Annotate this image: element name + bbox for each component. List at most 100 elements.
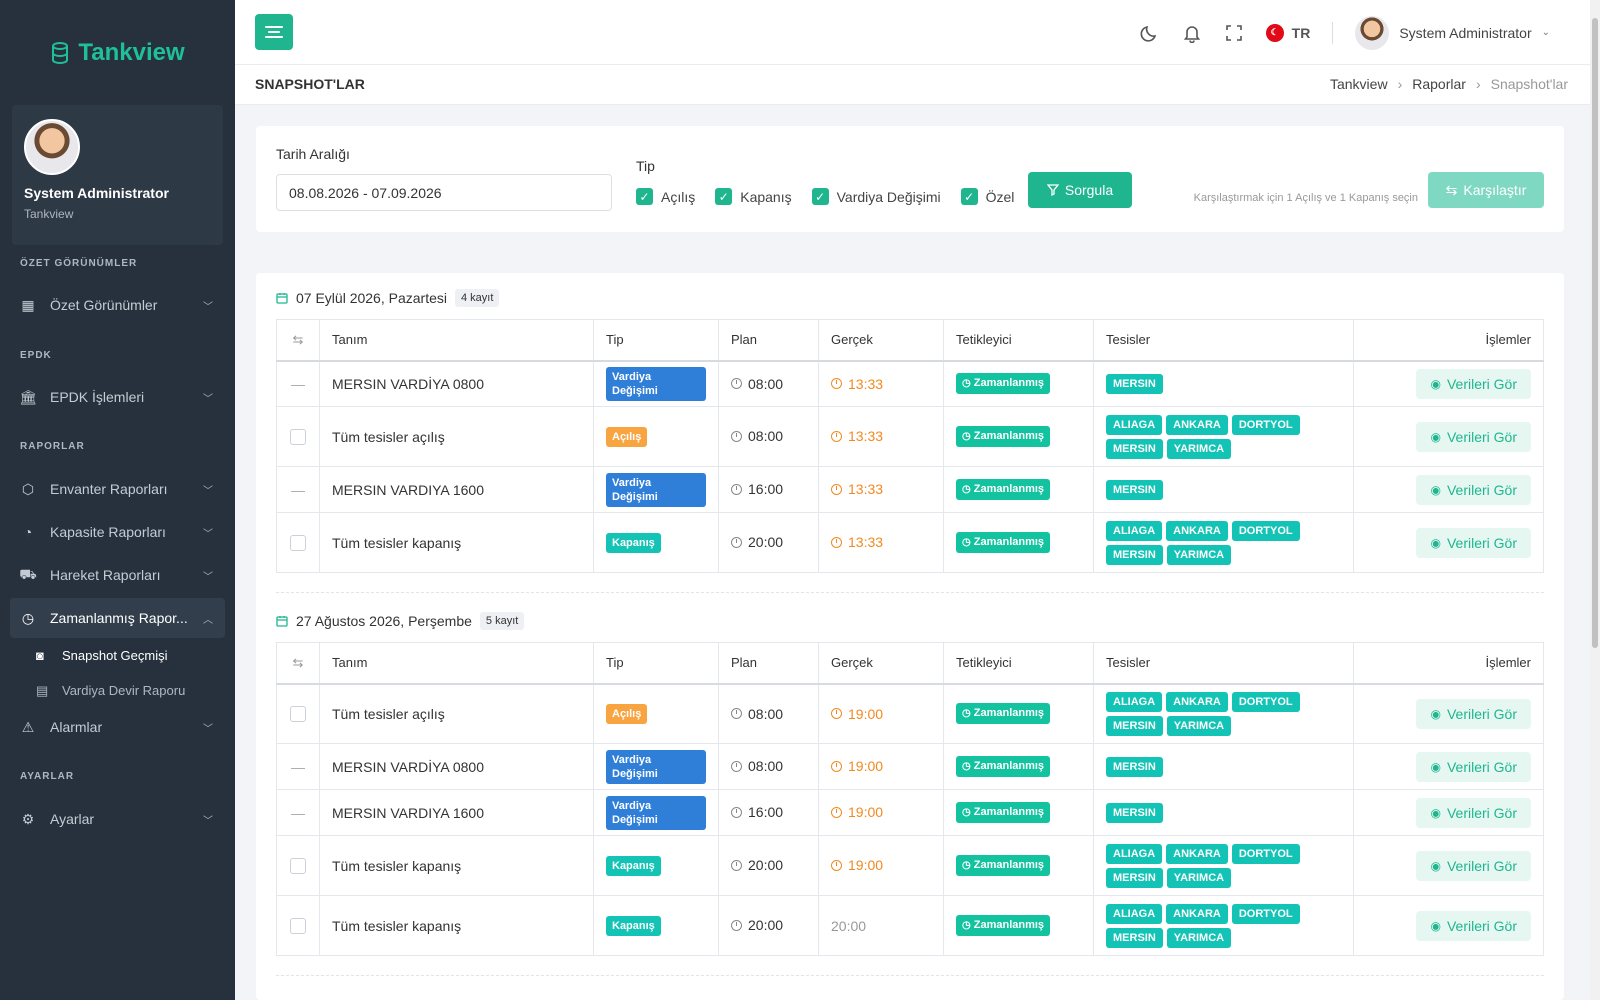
- actual-cell: 19:00: [818, 789, 944, 836]
- snapshot-name: MERSIN VARDİYA 0800: [319, 743, 594, 790]
- group-header: 07 Eylül 2026, Pazartesi 4 kayıt: [276, 289, 500, 307]
- table-row: — MERSIN VARDIYA 1600 Vardiya Değişimi 16:0…: [276, 466, 1544, 513]
- eye-icon: ◉: [1430, 858, 1441, 873]
- clock-icon: [831, 483, 842, 495]
- type-badge: Açılış: [606, 703, 648, 724]
- avatar[interactable]: [24, 119, 80, 175]
- sidebar-subitem-vardiya-devir-raporu[interactable]: ▤ Vardiya Devir Raporu: [0, 673, 235, 708]
- trigger-label: Zamanlanmış: [973, 430, 1045, 442]
- trigger-cell: ◷ Zamanlanmış: [943, 406, 1094, 467]
- view-data-button[interactable]: ◉ Verileri Gör: [1416, 751, 1531, 782]
- clock-icon: [731, 378, 742, 389]
- bell-icon[interactable]: [1182, 23, 1202, 43]
- swap-icon: ⇆: [1445, 181, 1458, 198]
- sort-icon[interactable]: ⇆: [276, 319, 320, 362]
- view-data-button[interactable]: ◉ Verileri Gör: [1416, 698, 1531, 729]
- column-header: İşlemler: [1353, 642, 1544, 685]
- compare-button[interactable]: ⇆ Karşılaştır: [1428, 172, 1544, 208]
- fullscreen-icon[interactable]: [1224, 23, 1244, 43]
- date-range-input[interactable]: [276, 174, 612, 211]
- user-menu[interactable]: System Administrator ⌄: [1355, 15, 1550, 50]
- query-button-label: Sorgula: [1064, 182, 1114, 198]
- type-checkbox-label: Kapanış: [740, 188, 792, 205]
- language-selector[interactable]: ☾ TR: [1265, 23, 1310, 42]
- menu-toggle-button[interactable]: [255, 14, 293, 50]
- row-checkbox[interactable]: [276, 512, 320, 573]
- view-data-button[interactable]: ◉ Verileri Gör: [1416, 421, 1531, 452]
- facility-badge: ANKARA: [1166, 414, 1228, 435]
- truck-icon: ⛟: [19, 565, 37, 582]
- moon-icon[interactable]: [1140, 23, 1160, 43]
- breadcrumb-item-current: Snapshot'lar: [1490, 76, 1568, 92]
- type-checkbox[interactable]: ✓ Kapanış: [715, 188, 792, 205]
- type-checkbox[interactable]: ✓ Vardiya Değişimi: [811, 188, 941, 205]
- chevron-down-icon: ⌄: [1541, 27, 1550, 38]
- clock-icon: [731, 483, 742, 495]
- trigger-label: Zamanlanmış: [973, 919, 1045, 931]
- type-cell: Kapanış: [593, 512, 719, 573]
- type-badge: Vardiya Değişimi: [606, 795, 706, 830]
- facilities-cell: ALIAGA ANKARA DORTYOL MERSIN YARIMCA: [1093, 895, 1354, 956]
- view-data-button[interactable]: ◉ Verileri Gör: [1416, 797, 1531, 828]
- actual-time-value: 19:00: [848, 705, 884, 722]
- type-cell: Vardiya Değişimi: [593, 360, 719, 407]
- type-checkbox[interactable]: ✓ Özel: [960, 188, 1014, 205]
- view-data-button[interactable]: ◉ Verileri Gör: [1416, 474, 1531, 505]
- chevron-up-icon: ︿: [203, 614, 213, 626]
- query-button[interactable]: Sorgula: [1028, 172, 1132, 208]
- bank-icon: 🏛: [19, 388, 37, 405]
- sort-icon[interactable]: ⇆: [276, 642, 320, 685]
- sidebar-item-epdk-i-lemleri[interactable]: 🏛 EPDK İşlemleri ﹀: [0, 377, 235, 417]
- view-data-button[interactable]: ◉ Verileri Gör: [1416, 368, 1531, 399]
- view-data-button[interactable]: ◉ Verileri Gör: [1416, 850, 1531, 881]
- scrollbar-thumb[interactable]: [1592, 18, 1598, 648]
- sidebar-item-hareket-raporlar-[interactable]: ⛟ Hareket Raporları ﹀: [0, 555, 235, 595]
- view-data-button[interactable]: ◉ Verileri Gör: [1416, 910, 1531, 941]
- type-checkbox[interactable]: ✓ Açılış: [636, 188, 695, 205]
- eye-icon: ◉: [1430, 805, 1441, 820]
- row-checkbox[interactable]: [276, 895, 320, 956]
- plan-time: 08:00: [731, 706, 783, 722]
- sidebar-item-ayarlar[interactable]: ⚙ Ayarlar ﹀: [0, 799, 235, 839]
- sidebar-subitem-snapshot-ge-mi-i[interactable]: ◙ Snapshot Geçmişi: [0, 638, 235, 673]
- sidebar-item-alarmlar[interactable]: ⚠ Alarmlar ﹀: [0, 707, 235, 747]
- type-badge: Vardiya Değişimi: [606, 472, 706, 507]
- date-range-label: Tarih Aralığı: [276, 146, 350, 162]
- trigger-cell: ◷ Zamanlanmış: [943, 683, 1094, 744]
- brand-name: Tankview: [78, 38, 185, 66]
- plan-time: 16:00: [731, 804, 783, 820]
- facility-badge: ALIAGA: [1106, 903, 1163, 924]
- facility-badge: MERSIN: [1106, 438, 1163, 459]
- snapshot-name: Tüm tesisler kapanış: [319, 895, 594, 956]
- trigger-label: Zamanlanmış: [973, 536, 1045, 548]
- trigger-label: Zamanlanmış: [973, 483, 1045, 495]
- row-select-disabled: —: [276, 789, 320, 836]
- breadcrumb-item-home[interactable]: Tankview: [1330, 76, 1388, 92]
- sidebar-item-zamanlanm-rapor-[interactable]: ◷ Zamanlanmış Rapor... ︿: [10, 598, 225, 638]
- row-checkbox[interactable]: [276, 835, 320, 896]
- sidebar-item-label: Kapasite Raporları: [50, 524, 166, 540]
- page-scrollbar[interactable]: [1590, 0, 1600, 1000]
- view-data-button[interactable]: ◉ Verileri Gör: [1416, 527, 1531, 558]
- table-row: — MERSIN VARDİYA 0800 Vardiya Değişimi 08:0…: [276, 360, 1544, 407]
- sidebar-item--zet-g-r-n-mler[interactable]: ▦ Özet Görünümler ﹀: [0, 285, 235, 325]
- actions-cell: ◉ Verileri Gör: [1353, 406, 1544, 467]
- brand-logo[interactable]: Tankview: [0, 0, 235, 105]
- facilities-cell: MERSIN: [1093, 789, 1354, 836]
- column-header: İşlemler: [1353, 319, 1544, 362]
- actual-time: 13:33: [831, 534, 883, 550]
- sidebar-item-envanter-raporlar-[interactable]: ⬡ Envanter Raporları ﹀: [0, 469, 235, 509]
- plan-time: 20:00: [731, 857, 783, 873]
- clock-icon: [731, 919, 742, 931]
- sidebar-item-kapasite-raporlar-[interactable]: ◔ Kapasite Raporları ﹀: [0, 512, 235, 552]
- plan-time-value: 16:00: [748, 804, 784, 821]
- compare-hint: Karşılaştırmak için 1 Açılış ve 1 Kapanı…: [1193, 192, 1418, 204]
- row-checkbox[interactable]: [276, 683, 320, 744]
- facilities-cell: MERSIN: [1093, 466, 1354, 513]
- actual-time: 19:00: [831, 706, 883, 722]
- breadcrumb-item-reports[interactable]: Raporlar: [1412, 76, 1466, 92]
- trigger-cell: ◷ Zamanlanmış: [943, 360, 1094, 407]
- facility-badge: ANKARA: [1166, 520, 1228, 541]
- row-checkbox[interactable]: [276, 406, 320, 467]
- sidebar-section-title: RAPORLAR: [20, 441, 85, 452]
